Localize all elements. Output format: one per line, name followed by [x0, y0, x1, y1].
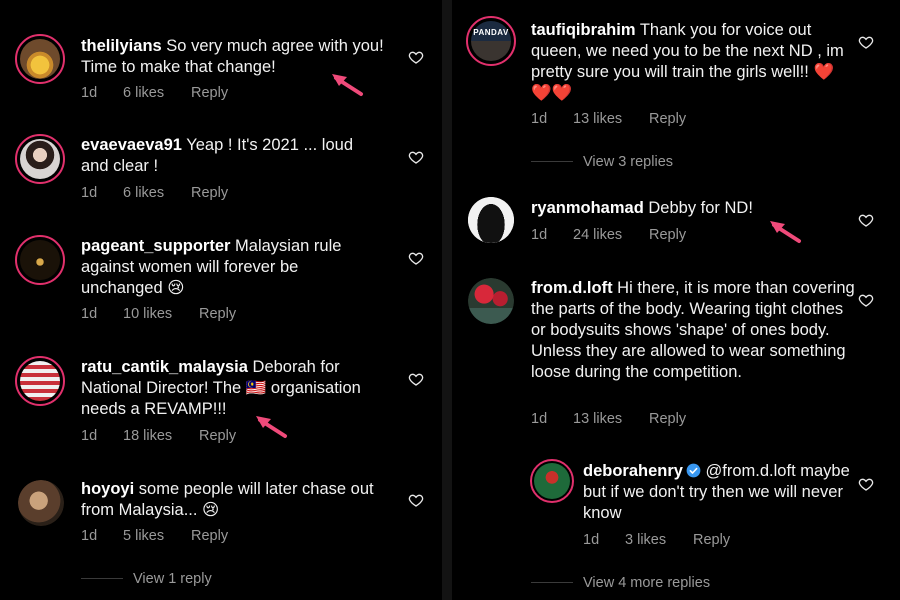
- reply-button[interactable]: Reply: [199, 306, 236, 322]
- annotation-arrow-icon: [332, 74, 363, 96]
- like-heart-icon[interactable]: [858, 476, 874, 492]
- avatar[interactable]: [15, 134, 65, 184]
- crying-emoji: 😢: [202, 501, 220, 519]
- reply-divider: [81, 578, 123, 579]
- view-replies-button[interactable]: View 3 replies: [583, 154, 673, 170]
- username[interactable]: ratu_cantik_malaysia: [81, 358, 248, 376]
- view-replies-button[interactable]: View 4 more replies: [583, 575, 710, 591]
- likes-count[interactable]: 24 likes: [573, 227, 622, 243]
- username[interactable]: evaevaeva91: [81, 136, 182, 154]
- like-heart-icon[interactable]: [858, 292, 874, 308]
- like-heart-icon[interactable]: [408, 492, 424, 508]
- likes-count[interactable]: 3 likes: [625, 532, 666, 548]
- username[interactable]: from.d.loft: [531, 279, 613, 297]
- verified-badge-icon: [686, 463, 701, 478]
- reply-button[interactable]: Reply: [649, 411, 686, 427]
- reply-button[interactable]: Reply: [649, 111, 686, 127]
- username[interactable]: thelilyians: [81, 37, 162, 55]
- avatar[interactable]: [15, 34, 65, 84]
- timestamp: 1d: [81, 185, 98, 201]
- avatar[interactable]: [15, 356, 65, 406]
- reply-button[interactable]: Reply: [199, 428, 236, 444]
- like-heart-icon[interactable]: [858, 212, 874, 228]
- like-heart-icon[interactable]: [408, 149, 424, 165]
- avatar[interactable]: [468, 278, 514, 324]
- timestamp: 1d: [531, 111, 548, 127]
- reply-divider: [531, 582, 573, 583]
- avatar[interactable]: [468, 197, 514, 243]
- reply-button[interactable]: Reply: [693, 532, 730, 548]
- reply-divider: [531, 161, 573, 162]
- timestamp: 1d: [531, 411, 548, 427]
- likes-count[interactable]: 13 likes: [573, 111, 622, 127]
- reply-button[interactable]: Reply: [191, 185, 228, 201]
- timestamp: 1d: [81, 85, 98, 101]
- avatar-text: PANDAV: [473, 28, 509, 37]
- username[interactable]: taufiqibrahim: [531, 21, 636, 39]
- mention[interactable]: @from.d.loft: [706, 462, 796, 480]
- reply-button[interactable]: Reply: [191, 85, 228, 101]
- crying-emoji: 😢: [167, 279, 185, 297]
- timestamp: 1d: [583, 532, 600, 548]
- timestamp: 1d: [81, 306, 98, 322]
- avatar[interactable]: [15, 235, 65, 285]
- timestamp: 1d: [81, 528, 98, 544]
- likes-count[interactable]: 10 likes: [123, 306, 172, 322]
- comment-text: Debby for ND!: [648, 199, 753, 217]
- username[interactable]: deborahenry: [583, 462, 683, 480]
- comments-column-left: thelilyians So very much agree with you!…: [0, 0, 442, 600]
- like-heart-icon[interactable]: [408, 49, 424, 65]
- reply-button[interactable]: Reply: [191, 528, 228, 544]
- username[interactable]: pageant_supporter: [81, 237, 230, 255]
- reply-button[interactable]: Reply: [649, 227, 686, 243]
- like-heart-icon[interactable]: [858, 34, 874, 50]
- likes-count[interactable]: 6 likes: [123, 185, 164, 201]
- likes-count[interactable]: 5 likes: [123, 528, 164, 544]
- likes-count[interactable]: 18 likes: [123, 428, 172, 444]
- column-divider: [442, 0, 452, 600]
- timestamp: 1d: [531, 227, 548, 243]
- likes-count[interactable]: 13 likes: [573, 411, 622, 427]
- username[interactable]: ryanmohamad: [531, 199, 644, 217]
- malaysia-flag-emoji: 🇲🇾: [245, 379, 267, 397]
- annotation-arrow-icon: [770, 221, 801, 243]
- avatar[interactable]: PANDAV: [466, 16, 516, 66]
- avatar[interactable]: [18, 480, 64, 526]
- view-replies-button[interactable]: View 1 reply: [133, 571, 212, 587]
- annotation-arrow-icon: [256, 416, 287, 438]
- like-heart-icon[interactable]: [408, 250, 424, 266]
- timestamp: 1d: [81, 428, 98, 444]
- avatar[interactable]: [530, 459, 574, 503]
- username[interactable]: hoyoyi: [81, 480, 134, 498]
- comments-column-right: PANDAV taufiqibrahim Thank you for voice…: [452, 0, 900, 600]
- likes-count[interactable]: 6 likes: [123, 85, 164, 101]
- like-heart-icon[interactable]: [408, 371, 424, 387]
